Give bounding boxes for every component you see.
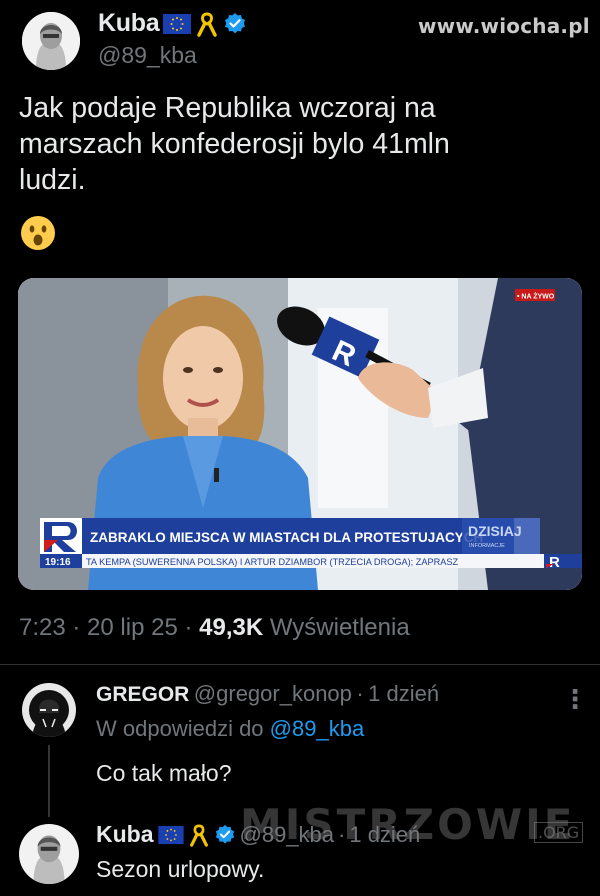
reply-header: GREGOR @gregor_konop · 1 dzień bbox=[96, 681, 439, 707]
reply-author-name[interactable]: Kuba bbox=[96, 821, 154, 848]
thread-line bbox=[48, 745, 50, 817]
channel-logo: R bbox=[549, 554, 560, 571]
yellow-ribbon-icon bbox=[197, 11, 218, 37]
replying-to-link[interactable]: @89_kba bbox=[270, 716, 365, 741]
separator-dot: · bbox=[356, 681, 364, 706]
live-badge: • NA ŻYWO bbox=[517, 293, 555, 301]
reply-text: Sezon urlopowy. bbox=[96, 856, 265, 882]
tv-clock: 19:16 bbox=[45, 557, 71, 568]
tweet-date[interactable]: 20 lip 25 bbox=[87, 614, 178, 641]
divider bbox=[0, 664, 600, 665]
author-avatar[interactable] bbox=[22, 12, 80, 70]
tweet-time[interactable]: 7:23 bbox=[19, 614, 66, 641]
author-handle[interactable]: @89_kba bbox=[98, 42, 197, 69]
tweet-text-line: Jak podaje Republika wczoraj na bbox=[19, 92, 436, 124]
tweet-text: Jak podaje Republika wczoraj na marszach… bbox=[19, 90, 579, 198]
tv-ticker: TA KEMPA (SUWERENNA POLSKA) I ARTUR DZIA… bbox=[86, 557, 459, 567]
verified-badge-icon bbox=[215, 824, 234, 844]
tweet-text-line: marszach konfederosji bylo 41mln bbox=[19, 128, 450, 160]
author-name-row[interactable]: Kuba bbox=[98, 9, 247, 38]
reply-text: Co tak mało? bbox=[96, 760, 232, 786]
reply-author-handle[interactable]: @gregor_konop bbox=[194, 681, 352, 706]
mistrzowie-watermark: MISTRZOWIE bbox=[240, 800, 576, 849]
reply-author-name[interactable]: GREGOR bbox=[96, 683, 189, 706]
views-count: 49,3K bbox=[199, 614, 264, 641]
tweet-media-image[interactable]: R • NA ŻYWO ZABRAKLO MIEJSCA W MIASTACH … bbox=[18, 278, 582, 590]
reply-avatar-gregor[interactable] bbox=[22, 683, 76, 737]
eu-flag-icon bbox=[157, 825, 184, 844]
more-options-icon[interactable]: ⋮ bbox=[562, 684, 588, 715]
yellow-ribbon-icon bbox=[189, 823, 208, 847]
reply-avatar-kuba[interactable] bbox=[19, 824, 79, 884]
tweet-meta: 7:23 · 20 lip 25 · 49,3K Wyświetlenia bbox=[19, 614, 410, 641]
surprised-face-emoji-icon bbox=[21, 216, 55, 250]
program-name: DZISIAJ bbox=[468, 523, 522, 539]
tv-headline: ZABRAKLO MIEJSCA W MIASTACH DLA PROTESTU… bbox=[90, 530, 483, 545]
reply-age[interactable]: 1 dzień bbox=[368, 681, 439, 706]
site-watermark: www.wiocha.pl bbox=[418, 14, 590, 38]
verified-badge-icon bbox=[225, 12, 246, 33]
tweet-text-line: ludzi. bbox=[19, 164, 86, 196]
program-sub: INFORMACJE bbox=[469, 543, 505, 549]
mistrzowie-watermark-org: .ORG bbox=[534, 822, 584, 843]
eu-flag-icon bbox=[163, 13, 192, 34]
views-label: Wyświetlenia bbox=[269, 614, 410, 641]
author-name[interactable]: Kuba bbox=[98, 9, 160, 38]
replying-to-label: W odpowiedzi do bbox=[96, 716, 264, 741]
replying-to: W odpowiedzi do @89_kba bbox=[96, 716, 364, 742]
